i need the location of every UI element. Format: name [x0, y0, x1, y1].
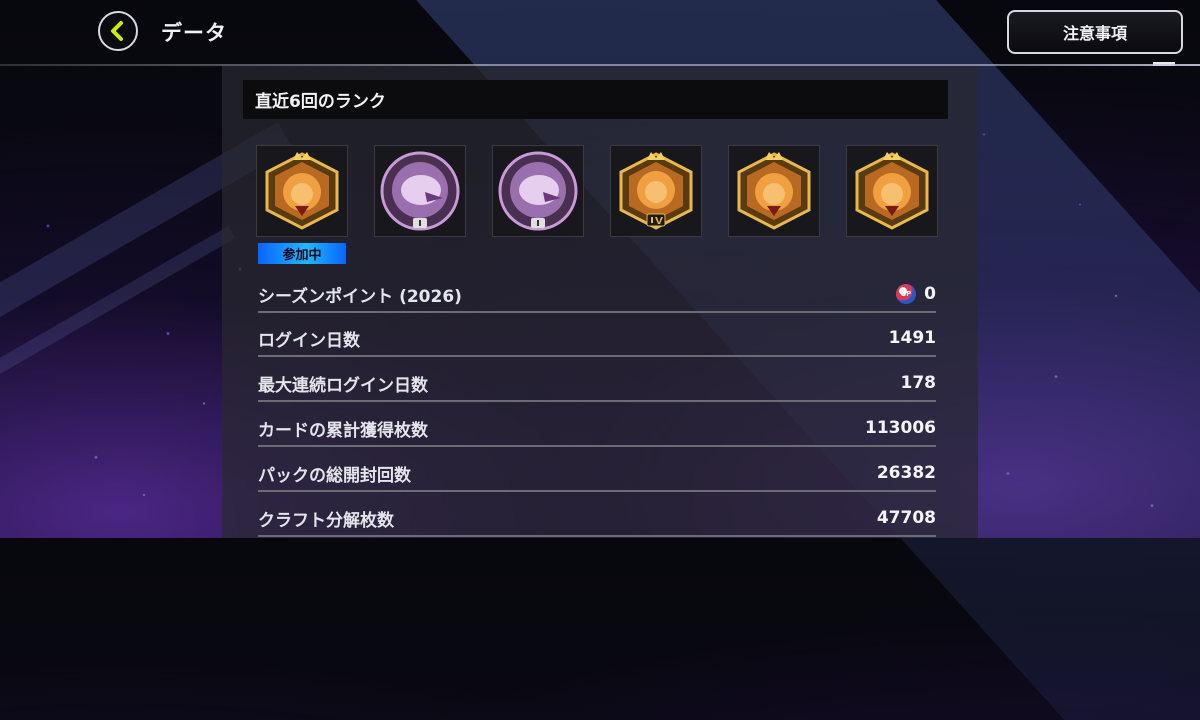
gold-lion-emblem-icon — [855, 152, 929, 230]
stat-label: パックの総開封回数 — [258, 465, 411, 486]
gold-lion-emblem-icon — [619, 152, 693, 230]
stat-value: 0 — [924, 284, 936, 304]
stat-value: 47708 — [876, 508, 936, 528]
page-title: データ — [161, 21, 227, 45]
stat-label: ログイン日数 — [258, 330, 360, 351]
back-button[interactable] — [98, 11, 138, 51]
current-season-badge: 参加中 — [258, 243, 346, 264]
stat-value: 26382 — [876, 463, 936, 483]
stat-label: カードの累計獲得枚数 — [258, 420, 428, 441]
purple-tiger-emblem-icon — [380, 151, 460, 231]
stat-row-cards-obtained: カードの累計獲得枚数 113006 — [258, 417, 936, 447]
notes-button[interactable]: 注意事項 — [1007, 10, 1183, 54]
stat-label: シーズンポイント (2026) — [258, 286, 462, 307]
stat-row-craft-dismantle: クラフト分解枚数 47708 — [258, 507, 936, 537]
chevron-left-icon — [111, 21, 123, 41]
stat-label: クラフト分解枚数 — [258, 510, 394, 531]
stat-row-login-days: ログイン日数 1491 — [258, 327, 936, 357]
season-point-icon: SP — [896, 284, 917, 304]
rank-emblem-6[interactable] — [846, 145, 938, 237]
stat-value: 1491 — [888, 328, 936, 348]
recent-ranks-heading: 直近6回のランク — [243, 80, 948, 119]
purple-tiger-emblem-icon — [498, 151, 578, 231]
stat-row-packs-opened: パックの総開封回数 26382 — [258, 462, 936, 492]
stat-label: 最大連続ログイン日数 — [258, 375, 428, 396]
rank-emblem-3[interactable] — [492, 145, 584, 237]
gold-lion-emblem-icon — [737, 152, 811, 230]
rank-emblem-1[interactable] — [256, 145, 348, 237]
stat-row-max-consecutive-login: 最大連続ログイン日数 178 — [258, 372, 936, 402]
stat-value: 178 — [900, 373, 937, 393]
rank-emblem-5[interactable] — [728, 145, 820, 237]
stat-value: 113006 — [865, 418, 936, 438]
header-bar: データ 注意事項 — [0, 0, 1200, 66]
rank-emblem-4[interactable] — [610, 145, 702, 237]
stat-row-season-points: シーズンポイント (2026) SP 0 — [258, 283, 936, 313]
gold-lion-emblem-icon — [265, 152, 339, 230]
rank-emblem-2[interactable] — [374, 145, 466, 237]
